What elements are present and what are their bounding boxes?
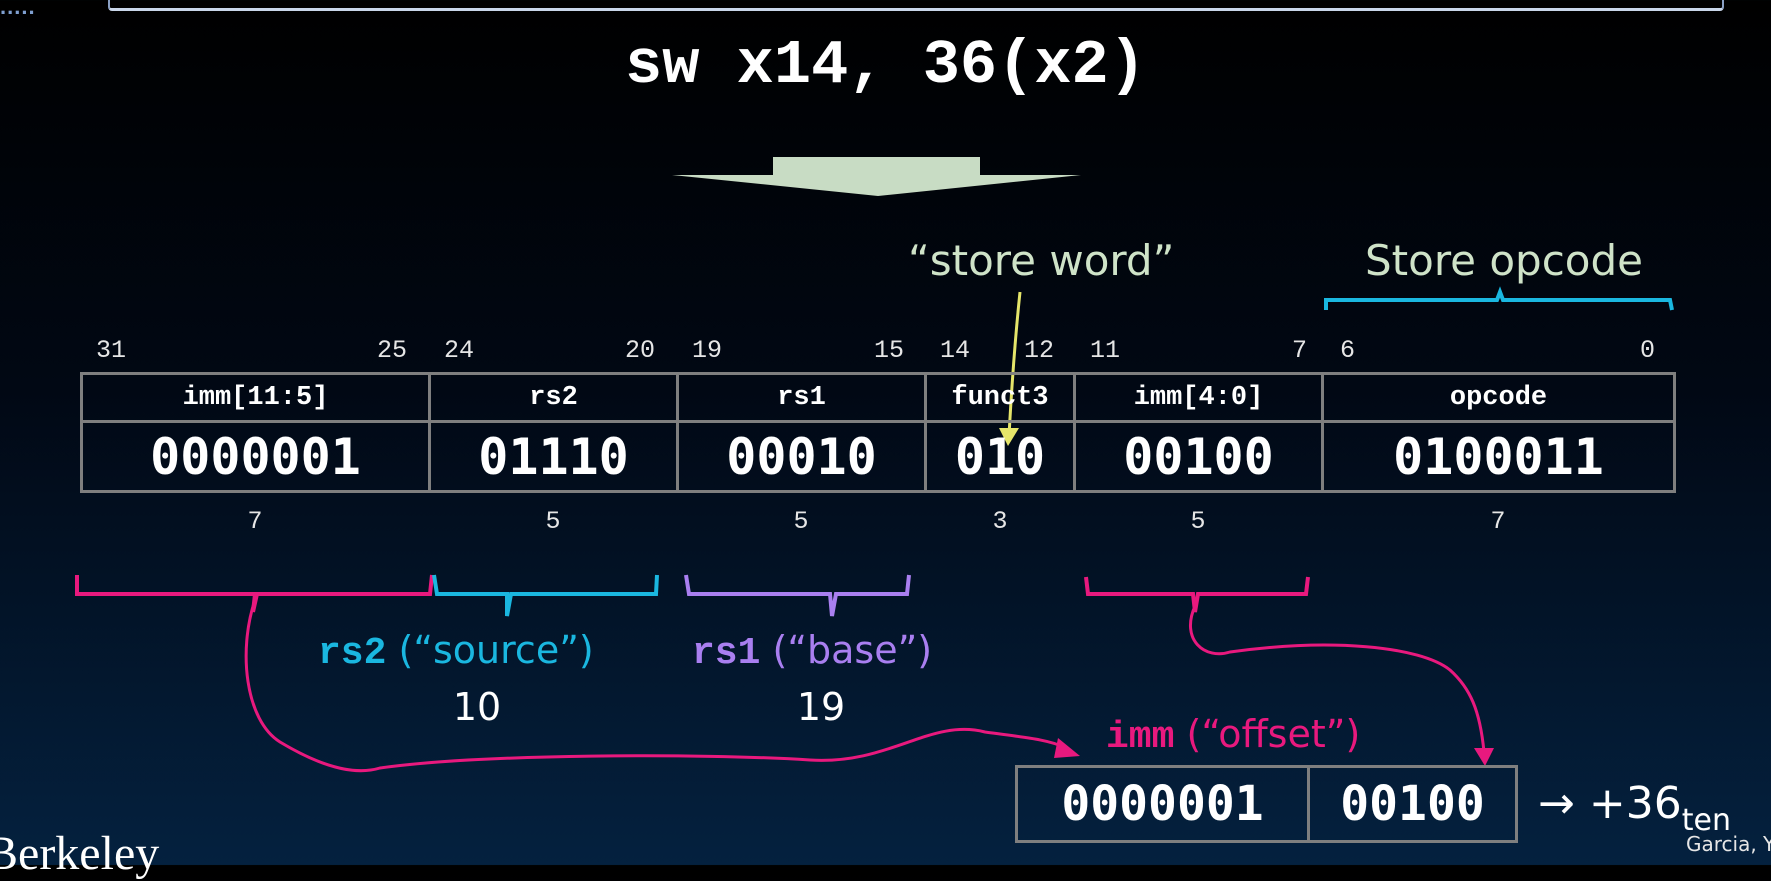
instruction-format-table: imm[11:5] rs2 rs1 funct3 imm[4:0] opcode…: [80, 372, 1676, 493]
bit-25: 25: [377, 336, 408, 365]
rs2-annotation: rs2 (“source”): [318, 628, 594, 675]
field-name: rs2: [428, 372, 679, 423]
imm-high-curve: [244, 599, 1067, 773]
bit-7: 7: [1292, 336, 1308, 365]
field-value: 00010: [676, 420, 927, 493]
rs1-annotation-role: (“base”): [760, 628, 933, 672]
field-value: 00100: [1073, 420, 1324, 493]
immediate-row: 0000001 00100: [1015, 765, 1518, 843]
field-width: 7: [1490, 507, 1506, 536]
imm-low-arrowhead-icon: [1474, 748, 1494, 766]
store-word-label: “store word”: [908, 236, 1175, 285]
rs1-annotation-name: rs1: [692, 632, 761, 675]
field-name: imm[11:5]: [80, 372, 431, 423]
imm-annotation-name: imm: [1106, 716, 1175, 759]
berkeley-logo: Berkeley: [0, 827, 160, 880]
bit-0: 0: [1640, 336, 1656, 365]
rs2-bracket: [432, 574, 659, 617]
down-arrow-icon: [672, 157, 1081, 196]
result-value: +36: [1588, 778, 1682, 829]
field-width: 7: [247, 507, 263, 536]
field-value: 0100011: [1321, 420, 1676, 493]
rs2-annotation-name: rs2: [318, 632, 387, 675]
rs2-annotation-role: (“source”): [386, 628, 594, 672]
imm-low-bracket: [1084, 576, 1310, 613]
imm-high-arrowhead-icon: [1054, 738, 1080, 758]
bit-14: 14: [940, 336, 971, 365]
field-value: 0000001: [80, 420, 431, 493]
field-name: opcode: [1321, 372, 1676, 423]
field-width: 5: [1190, 507, 1206, 536]
field-width: 3: [992, 507, 1008, 536]
bit-15: 15: [874, 336, 905, 365]
store-opcode-label: Store opcode: [1365, 236, 1644, 285]
imm-annotation-role: (“offset”): [1174, 712, 1361, 756]
immediate-low: 00100: [1307, 765, 1518, 843]
field-name-row: imm[11:5] rs2 rs1 funct3 imm[4:0] opcode: [80, 372, 1676, 423]
author-credit: Garcia, Y: [1686, 832, 1771, 856]
immediate-result: → +36ten: [1538, 778, 1731, 838]
rs1-annotation: rs1 (“base”): [692, 628, 932, 675]
field-name: imm[4:0]: [1073, 372, 1324, 423]
field-name: funct3: [924, 372, 1076, 423]
bit-24: 24: [444, 336, 475, 365]
rs1-bracket: [684, 574, 911, 617]
bit-12: 12: [1024, 336, 1055, 365]
field-value: 01110: [428, 420, 679, 493]
immediate-table: 0000001 00100: [1015, 765, 1518, 843]
opcode-bracket: [1324, 286, 1674, 311]
right-arrow-icon: →: [1538, 778, 1575, 829]
bit-11: 11: [1090, 336, 1121, 365]
imm-annotation: imm (“offset”): [1106, 712, 1360, 759]
field-width: 5: [545, 507, 561, 536]
bit-31: 31: [96, 336, 127, 365]
field-value: 010: [924, 420, 1076, 493]
rs1-value: 19: [796, 685, 846, 729]
rs2-value: 10: [452, 685, 502, 729]
bit-6: 6: [1340, 336, 1356, 365]
immediate-high: 0000001: [1015, 765, 1310, 843]
bit-20: 20: [625, 336, 656, 365]
field-name: rs1: [676, 372, 927, 423]
bit-19: 19: [692, 336, 723, 365]
field-value-row: 0000001 01110 00010 010 00100 0100011: [80, 420, 1676, 493]
field-width: 5: [793, 507, 809, 536]
